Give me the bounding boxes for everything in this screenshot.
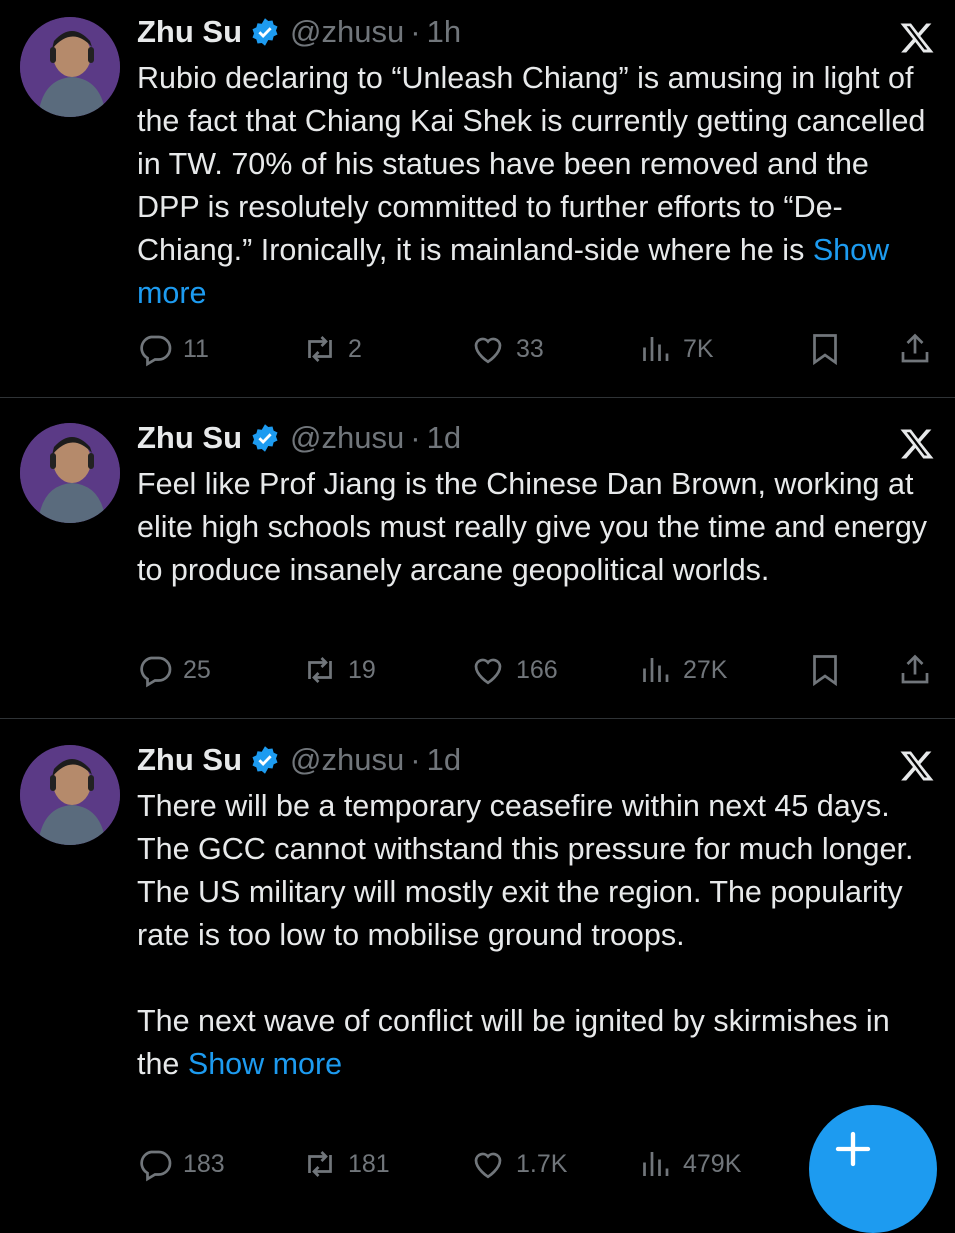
bookmark-button[interactable]: [807, 329, 853, 369]
share-button[interactable]: [897, 650, 943, 690]
like-icon: [474, 658, 502, 685]
repost-button[interactable]: 19: [302, 650, 376, 690]
tweet-header: Zhu Su @zhusu · 1d: [137, 418, 461, 458]
reply-icon: [140, 1150, 172, 1182]
views-icon: [643, 337, 669, 361]
like-count: 1.7K: [516, 1149, 568, 1178]
repost-icon: [308, 336, 332, 362]
compose-button[interactable]: [809, 1105, 937, 1233]
action-bar: 11 2 33 7K: [137, 329, 937, 369]
tweet-body: Feel like Prof Jiang is the Chinese Dan …: [137, 467, 928, 587]
tweet[interactable]: Zhu Su @zhusu · 1h Rubio declaring to “U…: [0, 12, 955, 382]
repost-count: 19: [348, 655, 376, 684]
action-bar: 25 19 166 27K: [137, 650, 937, 690]
timestamp[interactable]: 1h: [427, 14, 461, 50]
share-icon: [901, 654, 929, 684]
timestamp[interactable]: 1d: [427, 742, 461, 778]
separator: ·: [410, 420, 421, 455]
timestamp[interactable]: 1d: [427, 420, 461, 456]
tweet-header: Zhu Su @zhusu · 1h: [137, 12, 461, 52]
avatar[interactable]: [20, 17, 120, 117]
like-button[interactable]: 166: [470, 650, 558, 690]
views-icon: [643, 1152, 669, 1176]
tweet-text: There will be a temporary ceasefire with…: [137, 785, 937, 1086]
views-count: 27K: [683, 655, 728, 684]
tweet-body: There will be a temporary ceasefire with…: [137, 789, 914, 952]
divider: [0, 718, 955, 719]
repost-button[interactable]: 2: [302, 329, 362, 369]
like-button[interactable]: 33: [470, 329, 544, 369]
author-handle[interactable]: @zhusu: [290, 420, 404, 456]
x-logo-icon: [900, 751, 934, 781]
divider: [0, 397, 955, 398]
views-count: 479K: [683, 1149, 742, 1178]
author-name[interactable]: Zhu Su: [137, 14, 242, 50]
share-icon: [901, 333, 929, 363]
bookmark-button[interactable]: [807, 650, 853, 690]
tweet-body: Rubio declaring to “Unleash Chiang” is a…: [137, 61, 926, 267]
reply-count: 11: [183, 334, 209, 363]
repost-icon: [308, 657, 332, 683]
like-count: 166: [516, 655, 558, 684]
like-icon: [474, 337, 502, 364]
like-icon: [474, 1152, 502, 1179]
compose-icon: [835, 1131, 871, 1167]
tweet[interactable]: Zhu Su @zhusu · 1d Feel like Prof Jiang …: [0, 418, 955, 708]
reply-button[interactable]: 25: [137, 650, 211, 690]
verified-badge-icon: [252, 18, 278, 46]
tweet[interactable]: Zhu Su @zhusu · 1d There will be a tempo…: [0, 740, 955, 1200]
avatar-image: [20, 423, 120, 523]
tweet-text: Feel like Prof Jiang is the Chinese Dan …: [137, 463, 937, 592]
avatar[interactable]: [20, 745, 120, 845]
reply-icon: [140, 656, 172, 688]
x-logo-icon: [900, 429, 934, 459]
verified-badge-icon: [252, 746, 278, 774]
x-logo-icon: [900, 23, 934, 53]
views-button[interactable]: 27K: [637, 650, 727, 690]
author-handle[interactable]: @zhusu: [290, 742, 404, 778]
reply-count: 183: [183, 1149, 225, 1178]
verified-badge-icon: [252, 424, 278, 452]
reply-icon: [140, 335, 172, 367]
reply-button[interactable]: 11: [137, 329, 209, 369]
repost-count: 181: [348, 1149, 390, 1178]
avatar[interactable]: [20, 423, 120, 523]
avatar-image: [20, 17, 120, 117]
share-button[interactable]: [897, 329, 943, 369]
reply-button[interactable]: 183: [137, 1144, 225, 1184]
author-name[interactable]: Zhu Su: [137, 742, 242, 778]
separator: ·: [410, 742, 421, 777]
repost-button[interactable]: 181: [302, 1144, 390, 1184]
reply-count: 25: [183, 655, 211, 684]
views-button[interactable]: 7K: [637, 329, 714, 369]
author-name[interactable]: Zhu Su: [137, 420, 242, 456]
author-handle[interactable]: @zhusu: [290, 14, 404, 50]
bookmark-icon: [813, 334, 837, 366]
views-button[interactable]: 479K: [637, 1144, 741, 1184]
bookmark-icon: [813, 655, 837, 687]
tweet-header: Zhu Su @zhusu · 1d: [137, 740, 461, 780]
like-count: 33: [516, 334, 544, 363]
show-more-link[interactable]: Show more: [188, 1047, 342, 1081]
separator: ·: [410, 14, 421, 49]
avatar-image: [20, 745, 120, 845]
tweet-text: Rubio declaring to “Unleash Chiang” is a…: [137, 57, 937, 315]
like-button[interactable]: 1.7K: [470, 1144, 567, 1184]
repost-count: 2: [348, 334, 362, 363]
views-icon: [643, 658, 669, 682]
views-count: 7K: [683, 334, 714, 363]
repost-icon: [308, 1151, 332, 1177]
